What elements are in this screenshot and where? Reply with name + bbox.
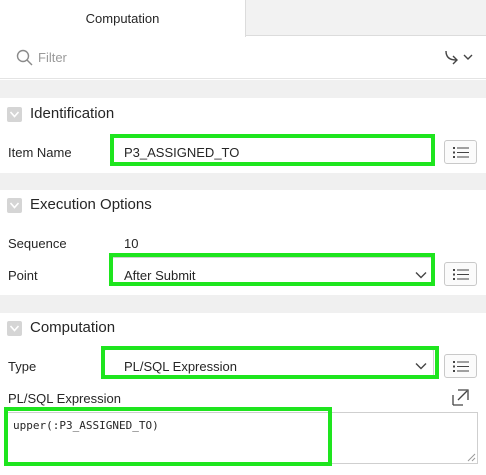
type-label: Type (8, 359, 37, 374)
item-name-label: Item Name (8, 145, 72, 160)
tab-bar: Computation (0, 0, 486, 37)
section-title: Identification (30, 105, 115, 122)
type-value: PL/SQL Expression (124, 359, 237, 374)
list-icon (453, 269, 469, 280)
point-list-button[interactable] (444, 262, 477, 286)
section-title: Computation (30, 319, 116, 336)
section-execution-header[interactable]: Execution Options (0, 190, 486, 220)
item-name-list-button[interactable] (444, 140, 477, 164)
expression-value: upper(:P3_ASSIGNED_TO) (13, 419, 159, 432)
resize-handle[interactable] (466, 452, 476, 462)
expression-label: PL/SQL Expression (8, 391, 121, 406)
section-gap (0, 295, 486, 313)
section-computation-header[interactable]: Computation (0, 313, 486, 343)
chevron-down-icon (415, 363, 427, 370)
search-icon (16, 49, 33, 66)
item-name-value: P3_ASSIGNED_TO (124, 145, 240, 160)
type-list-button[interactable] (444, 354, 477, 378)
sequence-label: Sequence (8, 236, 67, 251)
list-icon (453, 361, 469, 372)
tab-computation[interactable]: Computation (0, 0, 246, 37)
section-identification-header[interactable]: Identification (0, 99, 486, 129)
collapse-icon[interactable] (7, 321, 22, 336)
section-gap (0, 80, 486, 98)
collapse-icon[interactable] (7, 107, 22, 122)
list-icon (453, 147, 469, 158)
point-value: After Submit (124, 268, 196, 283)
filter-input[interactable] (38, 46, 418, 68)
section-title: Execution Options (30, 196, 152, 213)
section-gap (0, 173, 486, 190)
chevron-down-icon (415, 272, 427, 279)
collapse-icon[interactable] (7, 198, 22, 213)
sequence-value[interactable]: 10 (124, 236, 138, 251)
goto-arrow-icon[interactable] (440, 46, 476, 68)
expand-icon[interactable] (452, 389, 469, 406)
point-label: Point (8, 268, 38, 283)
